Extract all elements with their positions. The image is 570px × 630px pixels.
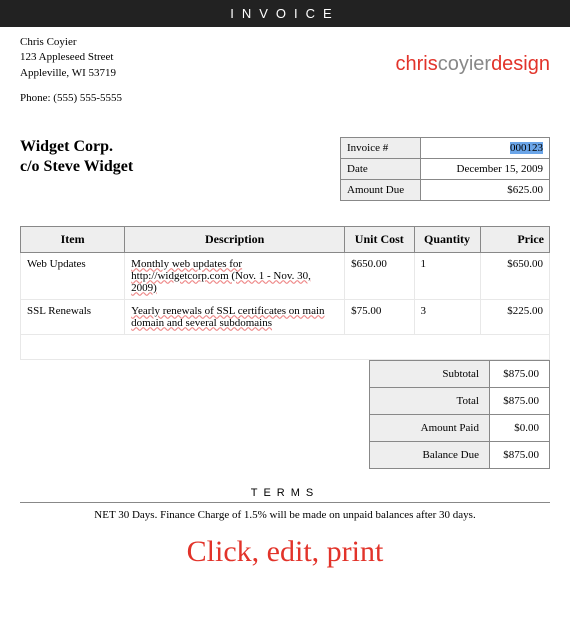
- logo: chriscoyierdesign: [395, 53, 550, 107]
- item-cost[interactable]: $75.00: [345, 299, 414, 334]
- item-price: $225.00: [480, 299, 549, 334]
- tagline: Click, edit, print: [0, 535, 570, 569]
- top-section: Chris Coyier 123 Appleseed Street Applev…: [0, 27, 570, 117]
- from-city: Appleville, WI 53719: [20, 66, 122, 81]
- item-cost[interactable]: $650.00: [345, 252, 414, 299]
- items-table: Item Description Unit Cost Quantity Pric…: [20, 226, 550, 360]
- invoice-header-bar: INVOICE: [0, 0, 570, 27]
- col-desc-header: Description: [125, 226, 345, 252]
- total-label: Total: [370, 387, 490, 414]
- logo-part1: chris: [395, 53, 437, 75]
- item-price: $650.00: [480, 252, 549, 299]
- from-street: 123 Appleseed Street: [20, 50, 122, 65]
- client-line1: Widget Corp.: [20, 137, 133, 158]
- amount-due-label: Amount Due: [341, 179, 421, 200]
- table-row[interactable]: SSL Renewals Yearly renewals of SSL cert…: [21, 299, 550, 334]
- subtotal-value: $875.00: [490, 360, 550, 387]
- blank-row: [21, 334, 550, 359]
- invoice-num-label: Invoice #: [341, 137, 421, 158]
- paid-label: Amount Paid: [370, 414, 490, 441]
- date-value[interactable]: December 15, 2009: [421, 158, 550, 179]
- subtotal-label: Subtotal: [370, 360, 490, 387]
- col-item-header: Item: [21, 226, 125, 252]
- item-qty[interactable]: 3: [414, 299, 480, 334]
- item-name[interactable]: Web Updates: [21, 252, 125, 299]
- item-desc[interactable]: Monthly web updates for http://widgetcor…: [125, 252, 345, 299]
- col-price-header: Price: [480, 226, 549, 252]
- from-address[interactable]: Chris Coyier 123 Appleseed Street Applev…: [20, 35, 122, 107]
- terms-header: TERMS: [20, 487, 550, 503]
- from-name: Chris Coyier: [20, 35, 122, 50]
- item-name[interactable]: SSL Renewals: [21, 299, 125, 334]
- from-phone: Phone: (555) 555-5555: [20, 91, 122, 106]
- mid-section: Widget Corp. c/o Steve Widget Invoice # …: [0, 117, 570, 211]
- balance-label: Balance Due: [370, 441, 490, 468]
- table-row[interactable]: Web Updates Monthly web updates for http…: [21, 252, 550, 299]
- balance-value: $875.00: [490, 441, 550, 468]
- amount-due-value[interactable]: $625.00: [421, 179, 550, 200]
- col-cost-header: Unit Cost: [345, 226, 414, 252]
- totals-table: Subtotal$875.00 Total$875.00 Amount Paid…: [369, 360, 550, 469]
- item-qty[interactable]: 1: [414, 252, 480, 299]
- item-desc[interactable]: Yearly renewals of SSL certificates on m…: [125, 299, 345, 334]
- col-qty-header: Quantity: [414, 226, 480, 252]
- paid-value[interactable]: $0.00: [490, 414, 550, 441]
- invoice-num-value[interactable]: 000123: [421, 137, 550, 158]
- meta-table: Invoice # 000123 Date December 15, 2009 …: [340, 137, 550, 201]
- logo-part2: coyier: [438, 53, 491, 75]
- client-line2: c/o Steve Widget: [20, 157, 133, 178]
- logo-part3: design: [491, 53, 550, 75]
- terms-text[interactable]: NET 30 Days. Finance Charge of 1.5% will…: [0, 503, 570, 527]
- total-value: $875.00: [490, 387, 550, 414]
- client-info[interactable]: Widget Corp. c/o Steve Widget: [20, 137, 133, 179]
- date-label: Date: [341, 158, 421, 179]
